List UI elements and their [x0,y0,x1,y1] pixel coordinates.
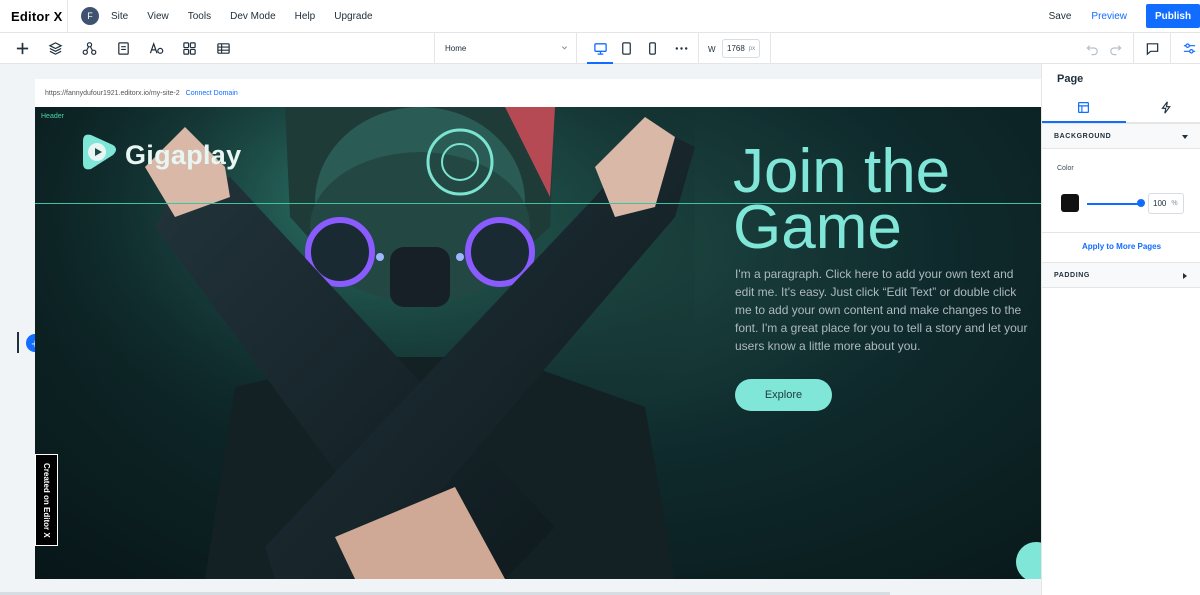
toolbar-divider [1133,33,1134,64]
editor-canvas[interactable]: https://fannydufour1921.editorx.io/my-si… [0,64,1041,595]
top-menu-bar: Editor X F Site View Tools Dev Mode Help… [0,0,1200,33]
preview-button[interactable]: Preview [1091,11,1127,22]
opacity-unit: % [1171,200,1178,207]
width-input[interactable]: 1768 px [722,39,760,58]
menu-tools[interactable]: Tools [188,11,211,22]
toolbar-divider [1170,33,1171,64]
toolbar-divider [576,33,577,64]
opacity-slider-handle[interactable] [1137,199,1145,207]
section-handle[interactable] [17,332,19,353]
toolbar-divider [770,33,771,64]
inspector-panel: Page BACKGROUND Color 100 % Apply to Mor… [1041,64,1200,595]
created-on-editor-x-badge[interactable]: Created on Editor X [35,454,58,546]
caret-down-icon [1181,133,1189,143]
comments-icon[interactable] [1144,40,1160,56]
editor-toolbar: Home W 1768 px [0,33,1200,64]
table-icon[interactable] [215,40,231,56]
editor-x-logo[interactable]: Editor X [0,0,68,33]
layers-icon[interactable] [47,40,63,56]
menu-site[interactable]: Site [111,11,128,22]
undo-icon[interactable] [1084,40,1100,56]
save-button[interactable]: Save [1049,11,1072,22]
menu-help[interactable]: Help [295,11,316,22]
chevron-down-icon [561,44,568,53]
apply-to-more-pages-link[interactable]: Apply to More Pages [1042,242,1200,251]
explore-button[interactable]: Explore [735,379,832,411]
chat-widget[interactable] [1016,542,1041,579]
brand-name[interactable]: Gigaplay [125,140,241,171]
interactions-tab-icon[interactable] [1160,101,1173,119]
width-unit: px [748,45,756,52]
tablet-icon[interactable] [618,40,634,56]
opacity-value: 100 [1153,199,1167,208]
background-section-label: BACKGROUND [1054,132,1112,140]
padding-section-label: PADDING [1054,271,1090,279]
inspector-toggle-icon[interactable] [1181,40,1197,56]
color-swatch[interactable] [1061,194,1079,212]
pages-icon[interactable] [115,40,131,56]
site-url-bar: https://fannydufour1921.editorx.io/my-si… [35,79,1041,107]
theme-text-icon[interactable] [148,40,164,56]
menu-upgrade[interactable]: Upgrade [334,11,372,22]
color-label: Color [1057,165,1074,172]
page-selector[interactable]: Home [435,33,576,64]
opacity-input[interactable]: 100 % [1148,193,1184,214]
background-section-header[interactable]: BACKGROUND [1042,123,1200,149]
hero-headline[interactable]: Join the Game [733,141,950,259]
desktop-icon[interactable] [592,40,608,56]
publish-button[interactable]: Publish [1146,4,1200,28]
connect-domain-link[interactable]: Connect Domain [186,90,238,97]
toolbar-divider [698,33,699,64]
apps-icon[interactable] [181,40,197,56]
add-icon[interactable] [14,40,30,56]
caret-right-icon [1181,272,1189,282]
avatar[interactable]: F [81,7,99,25]
site-preview[interactable]: Header Gigaplay Join the Game I'm a para… [35,107,1041,579]
site-url: https://fannydufour1921.editorx.io/my-si… [45,89,180,97]
padding-section-header[interactable]: PADDING [1042,262,1200,288]
layout-tab-icon[interactable] [1077,101,1090,119]
components-icon[interactable] [81,40,97,56]
redo-icon[interactable] [1107,40,1123,56]
panel-divider [1042,232,1200,233]
menu-view[interactable]: View [147,11,169,22]
header-tag: Header [41,113,64,120]
panel-title: Page [1057,73,1084,85]
menu-dev-mode[interactable]: Dev Mode [230,11,276,22]
hero-paragraph[interactable]: I'm a paragraph. Click here to add your … [735,265,1035,355]
opacity-slider[interactable] [1087,203,1141,205]
width-label: W [708,45,716,54]
play-logo-icon [83,134,116,170]
more-icon[interactable] [673,40,689,56]
page-selector-label: Home [445,44,467,53]
mobile-icon[interactable] [644,40,660,56]
width-value: 1768 [727,44,745,53]
